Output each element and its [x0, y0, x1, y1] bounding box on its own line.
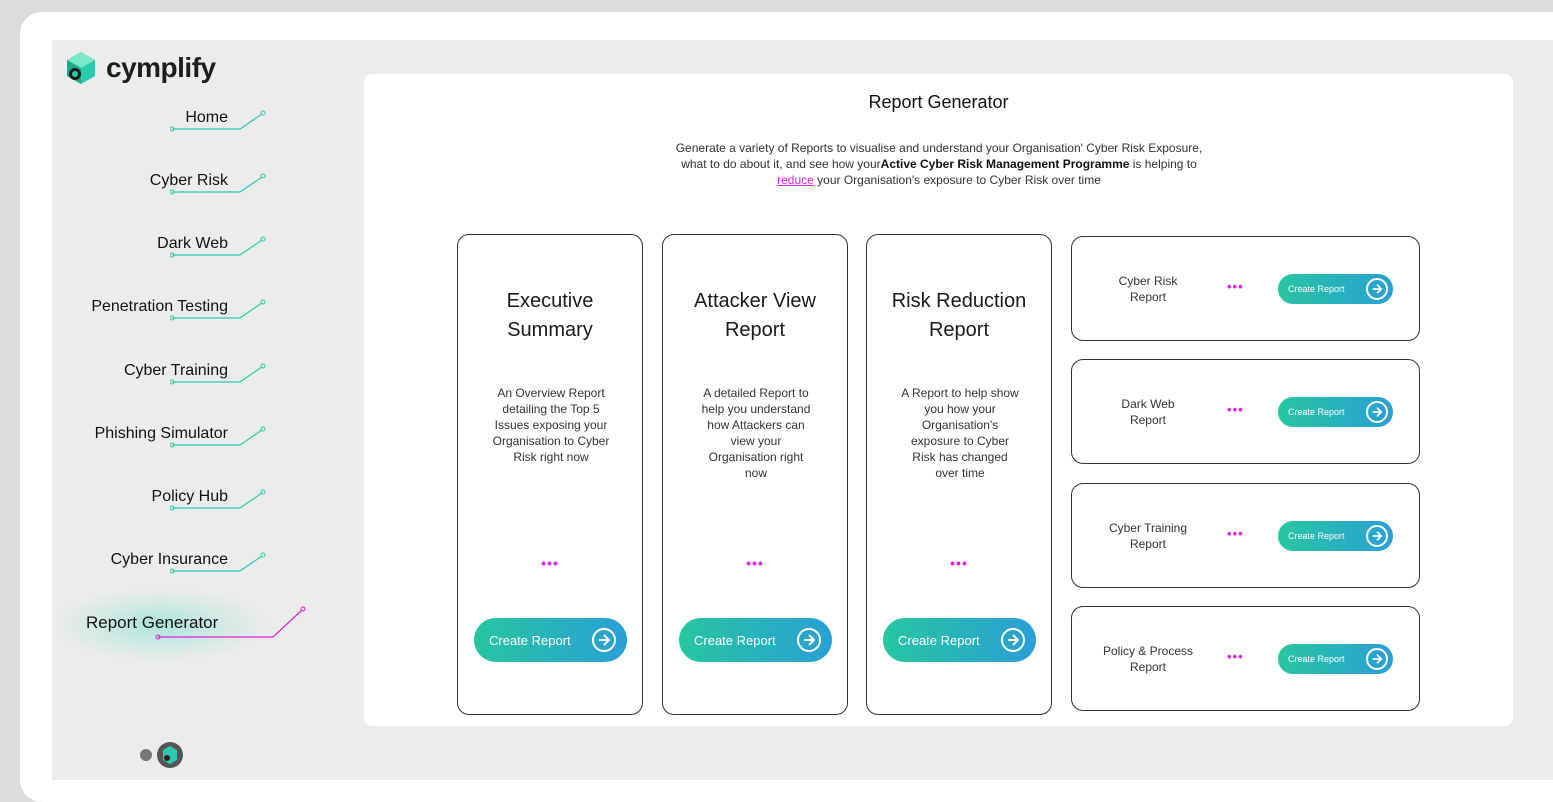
- create-report-label: Create Report: [898, 632, 980, 648]
- card-label-line2: Report: [1129, 412, 1166, 427]
- sidebar-line-penetration-testing: [170, 299, 266, 321]
- card-title-line2: Report: [724, 319, 786, 341]
- more-options-icon[interactable]: •••: [1227, 402, 1244, 417]
- risk-reduction-report-card: Risk Reduction Report A Report to help s…: [866, 234, 1052, 715]
- card-title: Attacker View Report: [663, 287, 847, 345]
- create-report-button[interactable]: Create Report: [1278, 274, 1393, 304]
- description-part2: is helping to: [1129, 157, 1197, 171]
- brand-name: cymplify: [106, 52, 216, 83]
- card-title-line2: Summary: [507, 319, 593, 341]
- card-label: Dark Web Report: [1092, 360, 1204, 463]
- arrow-right-icon: [1001, 628, 1025, 652]
- theme-toggle[interactable]: [136, 741, 188, 769]
- arrow-right-icon: [1366, 648, 1388, 670]
- sidebar-line-report-generator: [155, 606, 306, 640]
- description-part3: your Organisation's exposure to Cyber Ri…: [813, 173, 1101, 187]
- card-description: A detailed Report to help you understand…: [701, 386, 811, 480]
- card-title: Risk Reduction Report: [867, 287, 1051, 345]
- create-report-label: Create Report: [1288, 284, 1345, 294]
- sidebar-line-cyber-training: [170, 363, 266, 385]
- toggle-icon: [140, 742, 183, 768]
- dark-web-report-card: Dark Web Report ••• Create Report: [1071, 359, 1420, 464]
- card-label: Cyber Risk Report: [1092, 237, 1204, 340]
- card-title-line1: Attacker View: [694, 290, 816, 312]
- card-title-line1: Executive: [506, 290, 594, 312]
- sidebar-line-cyber-insurance: [170, 552, 266, 574]
- attacker-view-report-card: Attacker View Report A detailed Report t…: [662, 234, 848, 715]
- card-description: A Report to help show you how your Organ…: [901, 386, 1019, 480]
- create-report-label: Create Report: [1288, 654, 1345, 664]
- sidebar-line-phishing-simulator: [170, 426, 266, 448]
- card-label-line2: Report: [1129, 289, 1167, 304]
- cyber-training-report-card: Cyber Training Report ••• Create Report: [1071, 483, 1420, 588]
- card-label: Policy & Process Report: [1092, 607, 1204, 710]
- cyber-risk-report-card: Cyber Risk Report ••• Create Report: [1071, 236, 1420, 341]
- more-options-icon[interactable]: •••: [1227, 526, 1244, 541]
- arrow-right-icon: [1366, 401, 1388, 423]
- card-label-line2: Report: [1129, 536, 1166, 551]
- arrow-right-icon: [797, 628, 821, 652]
- sidebar-line-cyber-risk: [170, 173, 266, 195]
- card-label-line2: Report: [1129, 659, 1167, 674]
- reduce-link[interactable]: reduce: [777, 173, 814, 187]
- more-options-icon[interactable]: •••: [663, 555, 847, 571]
- card-label-line1: Dark Web: [1121, 396, 1175, 411]
- executive-summary-card: Executive Summary An Overview Report det…: [457, 234, 643, 715]
- arrow-right-icon: [1366, 525, 1388, 547]
- create-report-label: Create Report: [489, 632, 571, 648]
- card-label-line1: Cyber Training: [1108, 520, 1188, 535]
- sidebar-line-policy-hub: [170, 489, 266, 511]
- create-report-label: Create Report: [1288, 407, 1345, 417]
- policy-process-report-card: Policy & Process Report ••• Create Report: [1071, 606, 1420, 711]
- more-options-icon[interactable]: •••: [1227, 279, 1244, 294]
- create-report-button[interactable]: Create Report: [1278, 521, 1393, 551]
- arrow-right-icon: [592, 628, 616, 652]
- card-title-line1: Risk Reduction: [891, 290, 1027, 312]
- card-title-line2: Report: [928, 319, 990, 341]
- cymplify-logo-icon: [67, 52, 95, 84]
- sidebar-line-dark-web: [170, 236, 266, 258]
- page-description: Generate a variety of Reports to visuali…: [664, 140, 1214, 188]
- card-label-line1: Policy & Process: [1102, 643, 1194, 658]
- page-title: Report Generator: [868, 92, 1009, 112]
- arrow-right-icon: [1366, 278, 1388, 300]
- report-generator-panel: Report Generator Generate a variety of R…: [364, 74, 1513, 726]
- more-options-icon[interactable]: •••: [458, 555, 642, 571]
- card-label-line1: Cyber Risk: [1118, 273, 1178, 288]
- description-bold: Active Cyber Risk Management Programme: [880, 157, 1130, 171]
- brand-logo[interactable]: cymplify: [64, 50, 216, 86]
- create-report-button[interactable]: Create Report: [474, 618, 627, 662]
- create-report-label: Create Report: [694, 632, 776, 648]
- create-report-button[interactable]: Create Report: [1278, 397, 1393, 427]
- create-report-label: Create Report: [1288, 531, 1345, 541]
- card-description: An Overview Report detailing the Top 5 I…: [492, 386, 610, 464]
- more-options-icon[interactable]: •••: [1227, 649, 1244, 664]
- create-report-button[interactable]: Create Report: [883, 618, 1036, 662]
- sidebar-line-home: [170, 110, 266, 132]
- more-options-icon[interactable]: •••: [867, 555, 1051, 571]
- create-report-button[interactable]: Create Report: [1278, 644, 1393, 674]
- create-report-button[interactable]: Create Report: [679, 618, 832, 662]
- card-label: Cyber Training Report: [1092, 484, 1204, 587]
- card-title: Executive Summary: [458, 287, 642, 345]
